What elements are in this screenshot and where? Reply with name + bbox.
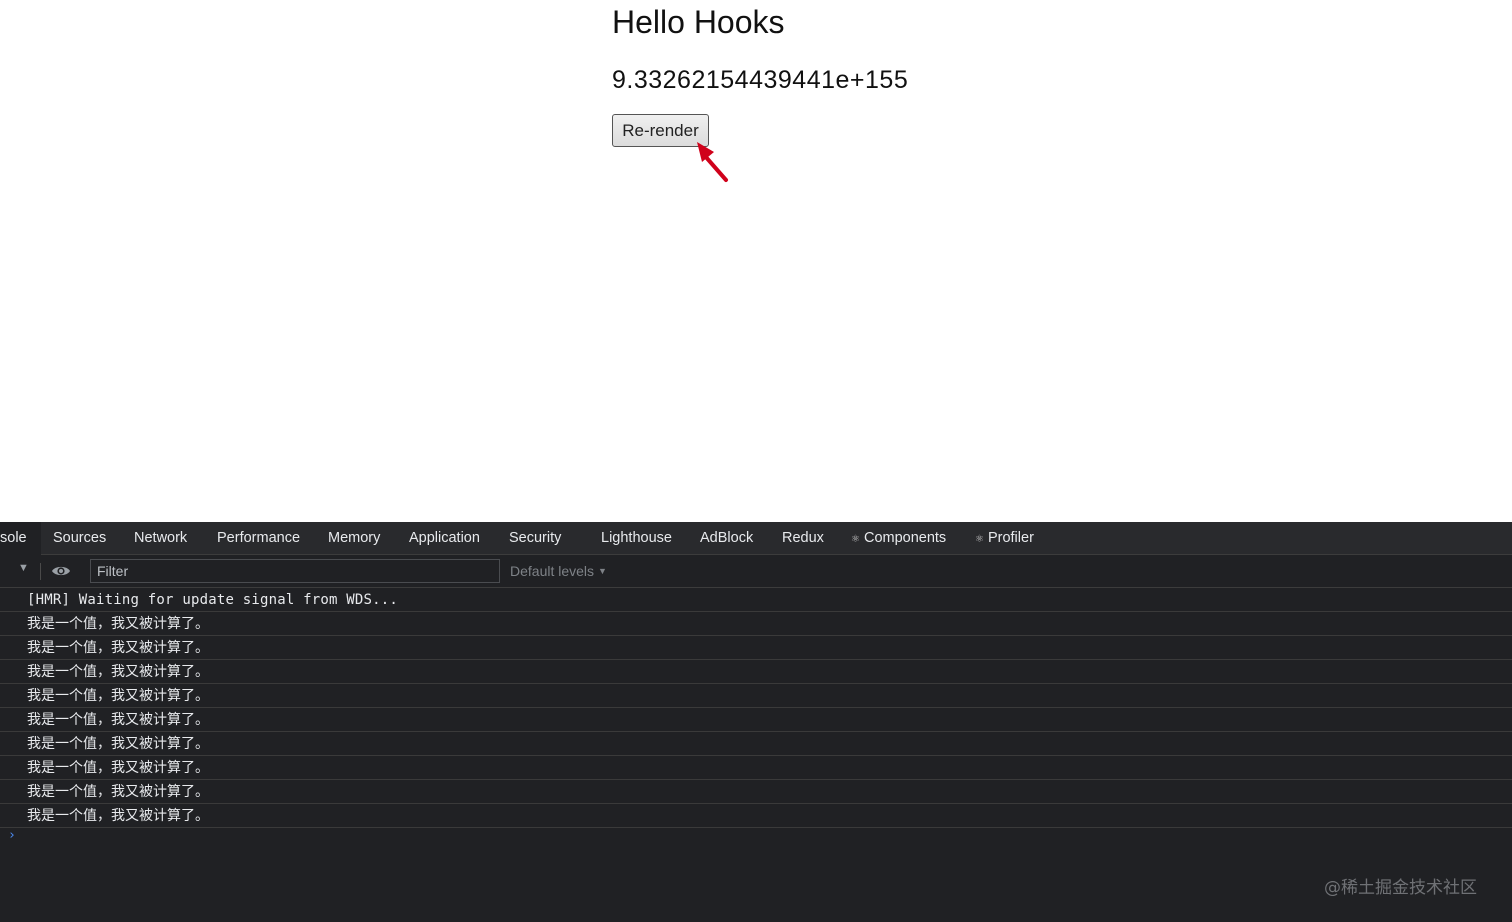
devtools-panel: sole Sources Network Performance Memory … [0, 522, 1512, 922]
console-message: 我是一个值，我又被计算了。 [0, 684, 1512, 708]
tab-performance[interactable]: Performance [217, 522, 300, 555]
annotation-arrow-icon [697, 142, 728, 182]
tab-redux[interactable]: Redux [782, 522, 824, 555]
tab-application[interactable]: Application [409, 522, 480, 555]
console-message: 我是一个值，我又被计算了。 [0, 732, 1512, 756]
page-title: Hello Hooks [612, 4, 785, 40]
console-message: 我是一个值，我又被计算了。 [0, 708, 1512, 732]
react-atom-icon: ⚛ [851, 534, 860, 545]
console-sidebar-toggle-icon[interactable]: ▼ [18, 562, 29, 574]
log-levels-dropdown[interactable]: Default levels ▼ [510, 555, 607, 587]
watermark: @稀土掘金技术社区 [1324, 878, 1477, 898]
console-message: 我是一个值，我又被计算了。 [0, 756, 1512, 780]
console-message: 我是一个值，我又被计算了。 [0, 660, 1512, 684]
eye-icon[interactable] [51, 564, 71, 578]
tab-security[interactable]: Security [509, 522, 561, 555]
tab-components[interactable]: ⚛ Components [851, 522, 946, 555]
tab-sources[interactable]: Sources [53, 522, 106, 555]
computed-value: 9.33262154439441e+155 [612, 66, 909, 94]
console-message: 我是一个值，我又被计算了。 [0, 636, 1512, 660]
chevron-down-icon: ▼ [598, 566, 607, 576]
tab-memory[interactable]: Memory [328, 522, 380, 555]
tab-network[interactable]: Network [134, 522, 187, 555]
console-message: 我是一个值，我又被计算了。 [0, 612, 1512, 636]
console-message: 我是一个值，我又被计算了。 [0, 780, 1512, 804]
console-message: [HMR] Waiting for update signal from WDS… [0, 588, 1512, 612]
filter-input[interactable] [90, 559, 500, 583]
devtools-tabbar: sole Sources Network Performance Memory … [0, 522, 1512, 555]
console-toolbar: ▼ Default levels▼ [0, 555, 1512, 588]
react-atom-icon: ⚛ [975, 534, 984, 545]
console-log: [HMR] Waiting for update signal from WDS… [0, 588, 1512, 828]
toolbar-divider [40, 563, 41, 580]
tab-lighthouse[interactable]: Lighthouse [601, 522, 672, 555]
tab-profiler[interactable]: ⚛ Profiler [975, 522, 1034, 555]
tab-adblock[interactable]: AdBlock [700, 522, 753, 555]
console-prompt[interactable]: › [8, 828, 16, 843]
tab-console[interactable]: sole [0, 522, 41, 555]
page-viewport: Hello Hooks 9.33262154439441e+155 Re-ren… [0, 0, 1512, 522]
console-message: 我是一个值，我又被计算了。 [0, 804, 1512, 828]
